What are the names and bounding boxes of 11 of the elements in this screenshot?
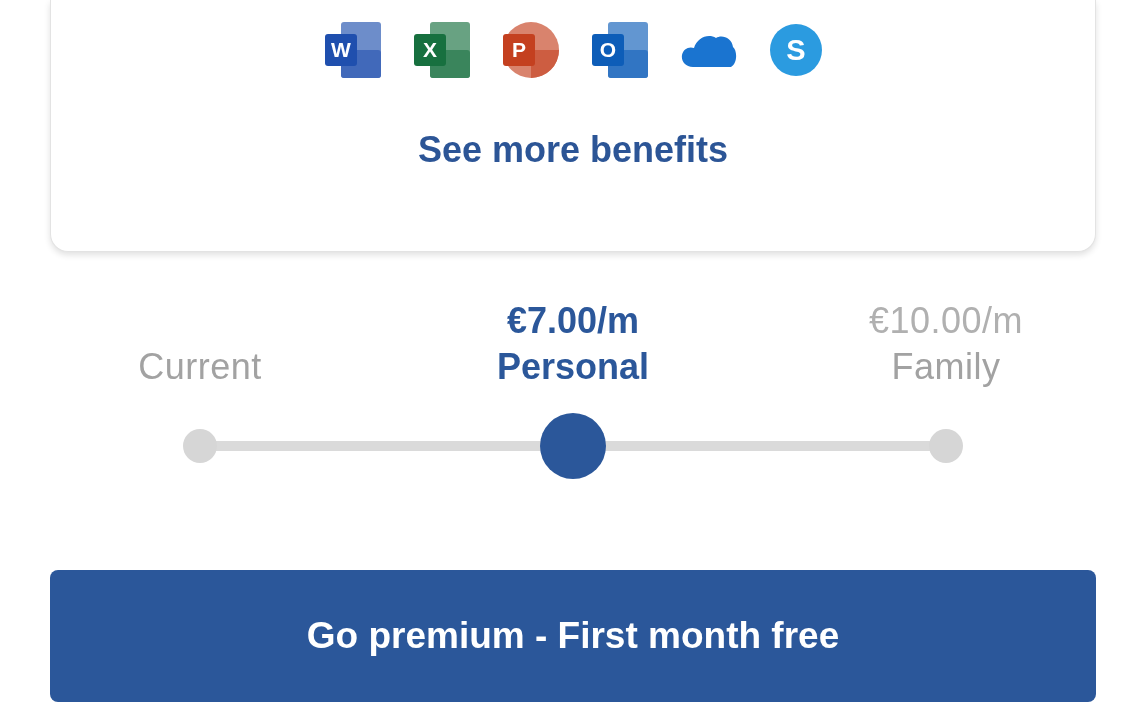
letter-circle-icon: S — [769, 24, 822, 76]
plan-name: Personal — [496, 345, 650, 389]
plan-price: €10.00/m — [868, 299, 1024, 343]
see-more-benefits-link[interactable]: See more benefits — [417, 130, 729, 170]
step-dot-icon — [183, 429, 217, 463]
go-premium-button[interactable]: Go premium - First month free — [50, 570, 1096, 702]
step-dot-icon — [929, 429, 963, 463]
plan-price: €7.00/m — [506, 299, 640, 343]
letter-disc-icon: P — [502, 22, 559, 78]
plan-name: Current — [138, 345, 262, 389]
plan-name: Family — [891, 345, 1001, 389]
